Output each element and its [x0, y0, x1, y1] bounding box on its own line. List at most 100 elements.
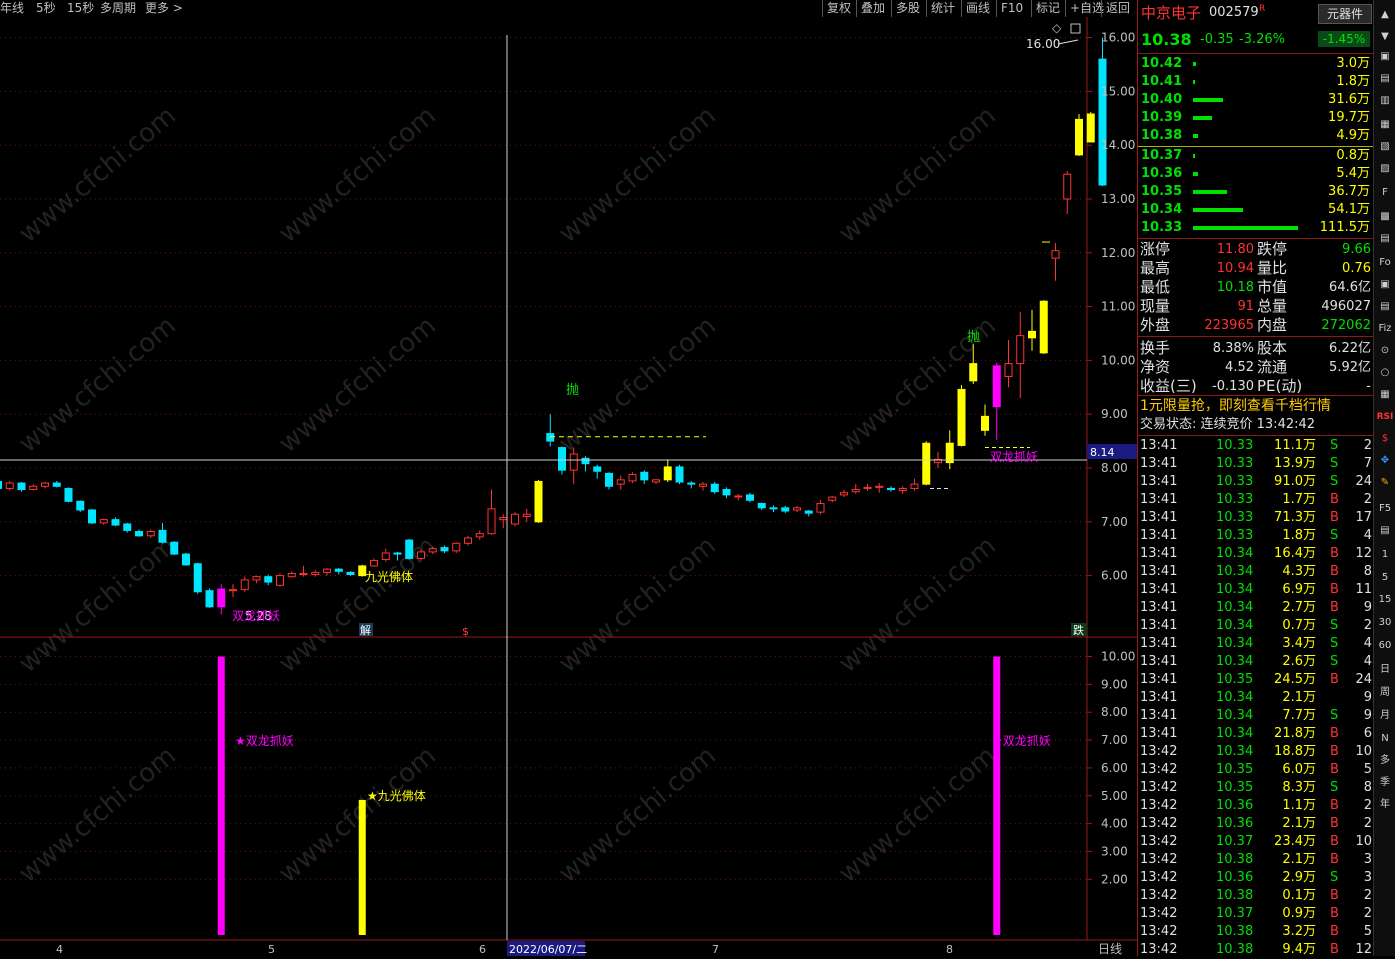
promo-banner[interactable]: 1元限量抢，即刻查看千档行情 [1138, 397, 1374, 415]
tick-count: 6 [1363, 726, 1372, 741]
f5-icon[interactable]: F5 [1376, 500, 1394, 518]
candle-body [1075, 118, 1083, 156]
period-n-icon[interactable]: N [1376, 730, 1394, 748]
ask-row[interactable]: 10.40 31.6万 [1138, 91, 1374, 109]
ask-row[interactable]: 10.39 19.7万 [1138, 109, 1374, 127]
candle-body [1098, 58, 1107, 186]
tick-row: 13:41 10.34 2.1万 9 [1138, 689, 1374, 707]
tick-row: 13:42 10.38 9.4万 B 12 [1138, 941, 1374, 959]
bid-row[interactable]: 10.37 0.8万 [1138, 147, 1374, 165]
tick-time: 13:42 [1140, 798, 1178, 813]
tick-volume: 1.8万 [1282, 528, 1316, 543]
refresh-icon[interactable]: ▤ [1376, 522, 1394, 540]
compass-icon[interactable]: ⊙ [1376, 342, 1394, 360]
date-tick-8: 8 [946, 943, 953, 956]
rsi-icon[interactable]: RSI [1376, 408, 1394, 426]
move-icon[interactable]: ✥ [1376, 452, 1394, 470]
bid-row[interactable]: 10.36 5.4万 [1138, 165, 1374, 183]
sub-double-dragon-label-1: ★双龙抓妖 [235, 734, 294, 748]
book-volume: 36.7万 [1328, 184, 1370, 199]
tick-row: 13:41 10.34 2.7万 B 9 [1138, 599, 1374, 617]
calendar-icon[interactable]: ▨ [1376, 160, 1394, 178]
candle-body [863, 486, 872, 489]
fiz-icon[interactable]: Fiz [1376, 320, 1394, 338]
finance-icon[interactable]: F [1376, 184, 1394, 202]
date-tick-4: 4 [56, 943, 63, 956]
candle-body [675, 466, 684, 483]
grid-icon[interactable]: ▤ [1376, 70, 1394, 88]
stock-name[interactable]: 中京电子 [1141, 2, 1201, 24]
tick-volume: 0.7万 [1282, 618, 1316, 633]
tick-count: 9 [1363, 690, 1372, 705]
scroll-up-icon[interactable]: ▲ [1376, 6, 1394, 24]
dollar-icon[interactable]: $ [1376, 430, 1394, 448]
tick-count: 2 [1363, 492, 1372, 507]
tick-volume: 2.7万 [1282, 600, 1316, 615]
tick-time: 13:41 [1140, 582, 1178, 597]
tick-time: 13:41 [1140, 492, 1178, 507]
period-label[interactable]: 日线 [1098, 942, 1122, 956]
chart-icon[interactable]: ▣ [1376, 276, 1394, 294]
ask-row[interactable]: 10.42 3.0万 [1138, 55, 1374, 73]
book-price: 10.40 [1141, 92, 1183, 107]
stat-row: 现量 91 总量 496027 [1138, 297, 1374, 316]
period-5min-icon[interactable]: 5 [1376, 569, 1394, 587]
candle-body [217, 588, 226, 608]
period-15min-icon[interactable]: 15 [1376, 591, 1394, 609]
candle-body [652, 479, 660, 483]
tick-price: 10.38 [1216, 942, 1254, 957]
candle-body [346, 571, 355, 576]
tick-direction: B [1330, 564, 1339, 579]
period-month-icon[interactable]: 月 [1376, 707, 1394, 725]
wave-icon[interactable]: ▦ [1376, 386, 1394, 404]
ask-row[interactable]: 10.41 1.8万 [1138, 73, 1374, 91]
tick-volume: 16.4万 [1274, 546, 1316, 561]
bid-row[interactable]: 10.33 111.5万 [1138, 219, 1374, 237]
tick-count: 2 [1363, 798, 1372, 813]
kline-chart[interactable]: 16.00 15.00 14.00 13.00 12.00 11.00 10.00 9.00 8… [0, 0, 1137, 956]
period-quarter-icon[interactable]: 季 [1376, 774, 1394, 792]
fo-icon[interactable]: Fo [1376, 254, 1394, 272]
circle-icon[interactable]: ○ [1376, 364, 1394, 382]
tick-direction: S [1330, 528, 1339, 543]
candle-body [663, 466, 672, 481]
candle-body [393, 552, 402, 555]
tick-count: 12 [1355, 546, 1372, 561]
ask-row[interactable]: 10.38 4.9万 [1138, 127, 1374, 145]
tick-price: 10.34 [1216, 690, 1254, 705]
book-price: 10.36 [1141, 166, 1183, 181]
period-60min-icon[interactable]: 60 [1376, 637, 1394, 655]
period-1min-icon[interactable]: 1 [1376, 546, 1394, 564]
bid-row[interactable]: 10.34 54.1万 [1138, 201, 1374, 219]
pen-icon[interactable]: ✎ [1376, 474, 1394, 492]
period-30min-icon[interactable]: 30 [1376, 614, 1394, 632]
sub-tick-label: 8.00 [1101, 705, 1128, 719]
period-week-icon[interactable]: 周 [1376, 684, 1394, 702]
period-day-icon[interactable]: 日 [1376, 661, 1394, 679]
trend-icon[interactable]: ▥ [1376, 92, 1394, 110]
report-icon[interactable]: ▤ [1376, 298, 1394, 316]
info-marker-icon [1070, 23, 1081, 34]
sector-badge[interactable]: 元器件 [1318, 4, 1372, 24]
book-icon[interactable]: ▩ [1376, 208, 1394, 226]
layout-icon[interactable]: ▧ [1376, 138, 1394, 156]
stat-label: 最高 [1140, 259, 1171, 277]
tick-count: 5 [1363, 924, 1372, 939]
bid-row[interactable]: 10.35 36.7万 [1138, 183, 1374, 201]
candle-body [757, 503, 766, 509]
tick-direction: B [1330, 852, 1339, 867]
price-tick-label: 8.00 [1101, 461, 1128, 475]
book-volume: 3.0万 [1336, 56, 1370, 71]
tick-direction: S [1330, 780, 1339, 795]
list-icon[interactable]: ▤ [1376, 230, 1394, 248]
table-icon[interactable]: ▣ [1376, 48, 1394, 66]
scroll-down-icon[interactable]: ▼ [1376, 28, 1394, 46]
window-icon[interactable]: ▦ [1376, 116, 1394, 134]
tick-time: 13:41 [1140, 636, 1178, 651]
candle-body [569, 453, 578, 471]
tick-direction: S [1330, 456, 1339, 471]
tick-row: 13:41 10.34 16.4万 B 12 [1138, 545, 1374, 563]
book-price: 10.34 [1141, 202, 1183, 217]
period-year-icon[interactable]: 年 [1376, 796, 1394, 814]
period-multi-icon[interactable]: 多 [1376, 752, 1394, 770]
